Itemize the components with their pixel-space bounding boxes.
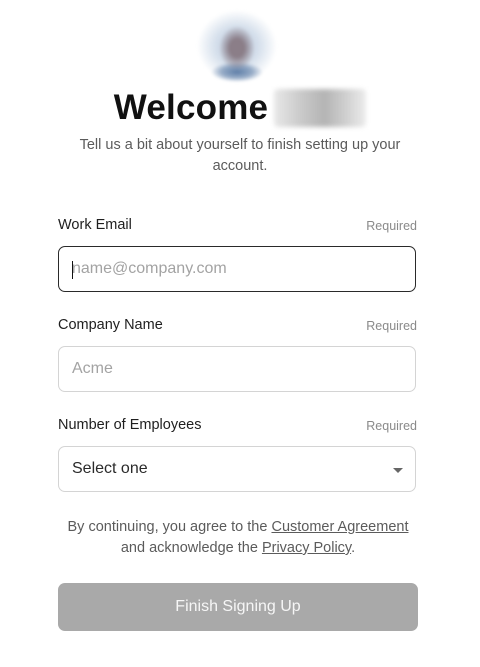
user-name-redacted <box>274 88 367 127</box>
privacy-policy-link[interactable]: Privacy Policy <box>262 540 351 556</box>
welcome-text: Welcome <box>113 87 269 127</box>
company-name-field[interactable] <box>72 347 392 391</box>
customer-agreement-link[interactable]: Customer Agreement <box>271 519 408 535</box>
legal-prefix: By continuing, you agree to the <box>67 519 268 535</box>
employees-required-badge: Required <box>366 419 417 433</box>
email-field-container <box>58 246 416 292</box>
avatar <box>195 10 279 84</box>
email-required-badge: Required <box>366 219 417 233</box>
email-label: Work Email <box>58 217 132 233</box>
finish-signing-up-button[interactable]: Finish Signing Up <box>58 583 418 631</box>
legal-suffix: . <box>351 540 356 556</box>
company-required-badge: Required <box>366 319 417 333</box>
employees-selected-value: Select one <box>72 460 148 477</box>
legal-middle: and acknowledge the <box>120 540 258 556</box>
employees-label: Number of Employees <box>58 417 202 433</box>
company-field-container <box>58 346 416 392</box>
page-subtitle: Tell us a bit about yourself to finish s… <box>79 137 401 174</box>
company-label: Company Name <box>58 317 163 333</box>
chevron-down-icon <box>393 468 403 473</box>
legal-notice: By continuing, you agree to the Customer… <box>50 517 426 559</box>
signup-page: Welcome Tell us a bit about yourself to … <box>0 0 480 667</box>
email-field[interactable] <box>72 247 392 291</box>
employees-select[interactable]: Select one <box>58 446 416 492</box>
welcome-heading: Welcome <box>0 86 480 128</box>
